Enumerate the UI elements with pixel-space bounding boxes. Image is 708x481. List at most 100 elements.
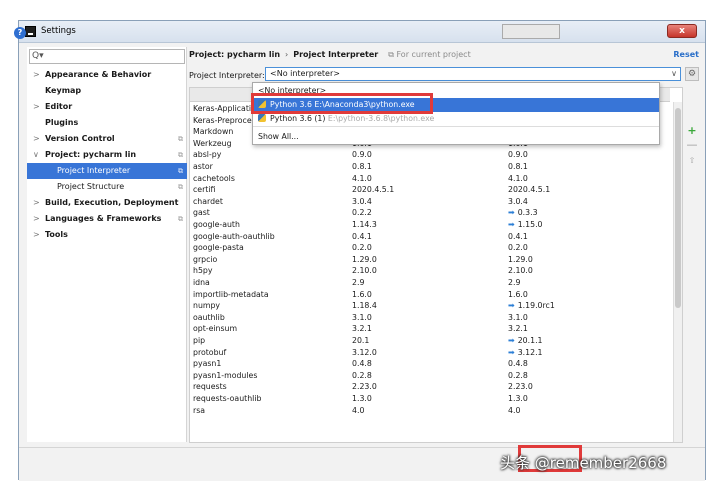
sidebar-item-project-interpreter[interactable]: Project Interpreter ⧉ (27, 163, 187, 179)
table-row[interactable]: pyasn1 0.4.8 0.4.8 (190, 358, 670, 369)
latest-version-text: 3.12.1 (517, 347, 543, 357)
package-version: 1.29.0 (352, 254, 377, 264)
package-name: chardet (193, 196, 223, 206)
package-name: gast (193, 208, 210, 218)
package-name: Markdown (193, 127, 234, 137)
reset-link[interactable]: Reset (673, 50, 699, 59)
package-version: 0.2.0 (352, 243, 372, 253)
latest-version-text: 3.1.0 (508, 312, 528, 322)
vertical-scrollbar[interactable] (673, 102, 682, 442)
package-name: requests-oauthlib (193, 394, 262, 403)
dropdown-option-show-all[interactable]: Show All... (253, 130, 659, 144)
remove-package-button[interactable]: — (686, 139, 698, 151)
table-row[interactable]: h5py 2.10.0 2.10.0 (190, 265, 670, 276)
project-scope-icon: ⧉ (178, 167, 183, 175)
sidebar-item-plugins[interactable]: Plugins (27, 115, 187, 131)
table-row[interactable]: numpy 1.18.4 ➡ 1.19.0rc1 (190, 300, 670, 311)
search-input[interactable]: Q▾ (29, 49, 185, 64)
close-button[interactable]: x (667, 24, 697, 38)
package-name: requests (193, 382, 227, 392)
option-label: Show All... (258, 132, 299, 141)
table-row[interactable]: grpcio 1.29.0 1.29.0 (190, 254, 670, 265)
table-row[interactable]: certifi 2020.4.5.1 2020.4.5.1 (190, 184, 670, 195)
help-icon[interactable]: ? (14, 27, 26, 39)
package-version: 0.2.8 (352, 370, 372, 380)
table-row[interactable]: google-auth-oauthlib 0.4.1 0.4.1 (190, 231, 670, 242)
sidebar-item-label: Tools (45, 230, 68, 239)
add-package-button[interactable]: + (686, 125, 698, 137)
sidebar-item-languages[interactable]: > Languages & Frameworks ⧉ (27, 211, 187, 227)
table-row[interactable]: gast 0.2.2 ➡ 0.3.3 (190, 207, 670, 218)
sidebar-item-version-control[interactable]: > Version Control ⧉ (27, 131, 187, 147)
gear-icon[interactable]: ⚙ (685, 67, 699, 81)
package-version: 0.9.0 (352, 150, 372, 160)
sidebar-item-label: Version Control (45, 134, 115, 143)
package-latest-version: ➡ 20.1.1 (508, 335, 543, 346)
package-name: pip (193, 336, 206, 345)
package-name: importlib-metadata (193, 289, 269, 299)
package-latest-version: ➡ 1.19.0rc1 (508, 300, 555, 311)
sidebar-item-label: Project Interpreter (57, 166, 131, 175)
sidebar-item-label: Keymap (45, 86, 82, 95)
upgrade-arrow-icon: ➡ (508, 336, 515, 345)
sidebar-item-editor[interactable]: > Editor (27, 99, 187, 115)
package-version: 3.12.0 (352, 347, 377, 357)
package-name: Werkzeug (193, 138, 232, 148)
breadcrumb-separator: › (285, 50, 289, 59)
scrollbar-thumb[interactable] (675, 108, 681, 308)
package-latest-version: 3.1.0 (508, 312, 528, 323)
sidebar-item-build[interactable]: > Build, Execution, Deployment (27, 195, 187, 211)
package-latest-version: ➡ 1.15.0 (508, 219, 543, 230)
latest-version-text: 0.3.3 (517, 208, 538, 218)
settings-nav: > Appearance & Behavior Keymap > Editor … (27, 67, 187, 243)
table-row[interactable]: oauthlib 3.1.0 3.1.0 (190, 312, 670, 323)
ok-button[interactable] (502, 24, 560, 39)
sidebar-item-label: Languages & Frameworks (45, 214, 162, 223)
package-name: cachetools (193, 173, 235, 183)
table-row[interactable]: pip 20.1 ➡ 20.1.1 (190, 335, 670, 346)
upgrade-arrow-icon: ➡ (508, 301, 515, 311)
breadcrumb-project: Project: pycharm lin (189, 50, 281, 59)
chevron-right-icon: > (33, 198, 40, 207)
sidebar-item-keymap[interactable]: Keymap (27, 83, 187, 99)
table-row[interactable]: requests-oauthlib 1.3.0 1.3.0 (190, 393, 670, 404)
scope-label: ⧉ For current project (388, 50, 471, 59)
table-row[interactable]: google-pasta 0.2.0 0.2.0 (190, 242, 670, 253)
table-row[interactable]: importlib-metadata 1.6.0 1.6.0 (190, 289, 670, 300)
latest-version-text: 2020.4.5.1 (508, 185, 551, 195)
table-row[interactable]: pyasn1-modules 0.2.8 0.2.8 (190, 370, 670, 381)
sidebar-item-appearance[interactable]: > Appearance & Behavior (27, 67, 187, 83)
latest-version-text: 0.9.0 (508, 150, 528, 160)
table-row[interactable]: protobuf 3.12.0 ➡ 3.12.1 (190, 347, 670, 358)
dropdown-option-python36-1[interactable]: Python 3.6 (1) E:\python-3.6.8\python.ex… (253, 112, 659, 126)
package-version: 20.1 (352, 336, 370, 345)
table-row[interactable]: chardet 3.0.4 3.0.4 (190, 196, 670, 207)
table-row[interactable]: absl-py 0.9.0 0.9.0 (190, 149, 670, 160)
package-name: google-auth (193, 220, 240, 229)
sidebar-item-label: Editor (45, 102, 73, 111)
package-version: 1.3.0 (352, 394, 372, 403)
upgrade-package-button[interactable]: ⇧ (686, 155, 698, 167)
table-row[interactable]: google-auth 1.14.3 ➡ 1.15.0 (190, 219, 670, 230)
package-latest-version: 0.4.8 (508, 358, 528, 369)
page-title: Project Interpreter (293, 50, 379, 59)
table-row[interactable]: idna 2.9 2.9 (190, 277, 670, 288)
package-latest-version: ➡ 3.12.1 (508, 347, 543, 358)
latest-version-text: 0.2.8 (508, 370, 528, 380)
table-row[interactable]: cachetools 4.1.0 4.1.0 (190, 173, 670, 184)
package-name: grpcio (193, 254, 218, 264)
sidebar-item-label: Build, Execution, Deployment (45, 198, 179, 207)
sidebar-item-project-structure[interactable]: Project Structure ⧉ (27, 179, 187, 195)
package-latest-version: 3.0.4 (508, 196, 528, 207)
pycharm-icon (25, 26, 36, 37)
interpreter-select[interactable]: <No interpreter> ∨ (265, 67, 681, 81)
sidebar-item-tools[interactable]: > Tools (27, 227, 187, 243)
latest-version-text: 0.4.1 (508, 231, 528, 241)
table-row[interactable]: astor 0.8.1 0.8.1 (190, 161, 670, 172)
package-version: 2020.4.5.1 (352, 185, 395, 195)
table-row[interactable]: opt-einsum 3.2.1 3.2.1 (190, 323, 670, 334)
sidebar-item-project[interactable]: ∨ Project: pycharm lin ⧉ (27, 147, 187, 163)
table-row[interactable]: requests 2.23.0 2.23.0 (190, 381, 670, 392)
package-latest-version: 2.9 (508, 277, 520, 288)
table-row[interactable]: rsa 4.0 4.0 (190, 405, 670, 416)
